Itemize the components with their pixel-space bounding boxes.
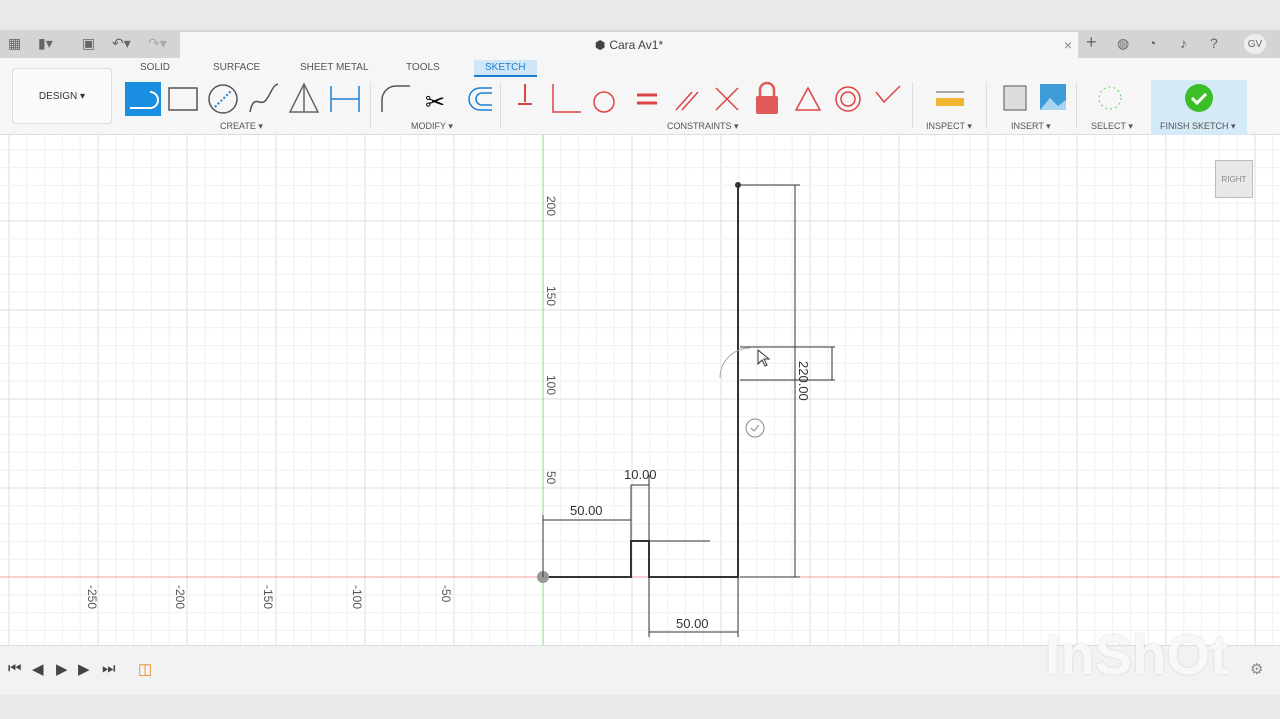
select-menu[interactable]: SELECT ▾	[1091, 121, 1133, 132]
document-title: Cara Av1*	[609, 38, 664, 52]
dimension-label[interactable]: 50.00	[570, 503, 603, 518]
avatar[interactable]: GV	[1244, 34, 1266, 54]
modify-menu[interactable]: MODIFY ▾	[411, 121, 453, 132]
fillet-icon[interactable]	[381, 85, 410, 112]
midpoint-icon[interactable]	[794, 86, 822, 111]
bell-icon[interactable]: ♪	[1180, 35, 1187, 51]
tangent-icon[interactable]	[593, 91, 615, 113]
play-icon[interactable]: ▶	[56, 660, 68, 678]
x-tick: -200	[173, 585, 187, 609]
select-icon[interactable]	[1098, 86, 1122, 110]
undo-icon[interactable]: ↶▾	[112, 35, 131, 52]
equal-icon[interactable]	[637, 93, 657, 105]
divider	[1076, 82, 1077, 128]
divider	[370, 82, 371, 128]
dimensions	[542, 184, 835, 637]
dimension-label[interactable]: 50.00	[676, 616, 709, 631]
circle-icon[interactable]	[208, 84, 238, 114]
first-frame-icon[interactable]: ⏮	[8, 660, 22, 677]
job-status-icon[interactable]: ◔	[1148, 35, 1156, 51]
inspect-menu[interactable]: INSPECT ▾	[926, 121, 972, 132]
sketch-feature-icon[interactable]: ◫	[138, 660, 152, 678]
gear-icon[interactable]: ⚙	[1250, 660, 1263, 678]
constraints-menu[interactable]: CONSTRAINTS ▾	[667, 121, 739, 132]
fix-icon[interactable]	[518, 84, 532, 105]
previous-icon[interactable]: ◀	[32, 660, 44, 678]
app-grid-icon[interactable]: ▦	[8, 35, 21, 52]
offset-icon[interactable]	[468, 87, 492, 111]
new-tab-icon[interactable]: +	[1086, 32, 1097, 53]
insert-derive-icon[interactable]	[1003, 85, 1027, 111]
trim-icon[interactable]: ✂	[425, 89, 445, 116]
watermark: InShOt	[1045, 623, 1229, 686]
x-tick: -150	[261, 585, 275, 609]
help-icon[interactable]: ?	[1210, 35, 1218, 51]
concentric-icon[interactable]	[835, 86, 861, 112]
save-icon[interactable]: ▣	[82, 35, 95, 52]
last-frame-icon[interactable]: ⏭	[102, 660, 116, 677]
x-tick: -50	[439, 585, 453, 603]
document-tab[interactable]: ⬢ Cara Av1* ×	[180, 32, 1078, 58]
ribbon: DESIGN ▾ SOLID SURFACE SHEET METAL TOOLS…	[0, 58, 1280, 135]
file-icon[interactable]: ▮▾	[38, 35, 53, 52]
dimension-label[interactable]: 220.00	[796, 361, 811, 401]
symmetry-icon[interactable]	[875, 85, 901, 104]
finish-sketch-icon[interactable]	[1185, 84, 1213, 112]
lock-icon[interactable]	[756, 96, 778, 114]
extensions-icon[interactable]: ◍	[1117, 35, 1129, 52]
x-tick: -250	[85, 585, 99, 609]
spline-icon[interactable]	[249, 83, 279, 113]
coincident-icon[interactable]	[715, 87, 739, 111]
y-tick-labels: 200 150 100 50	[544, 196, 558, 485]
x-tick: -100	[350, 585, 364, 609]
y-tick: 150	[544, 286, 558, 306]
y-tick: 100	[544, 375, 558, 395]
close-icon[interactable]: ×	[1064, 37, 1072, 53]
perpendicular-icon[interactable]	[552, 84, 581, 113]
redo-icon[interactable]: ↷▾	[148, 35, 167, 52]
sketch-canvas[interactable]: 200 150 100 50 -250 -200 -150 -100 -50 5…	[0, 135, 1280, 645]
create-menu[interactable]: CREATE ▾	[220, 121, 263, 132]
cube-icon: ⬢	[594, 38, 606, 52]
y-tick: 200	[544, 196, 558, 216]
measure-icon[interactable]	[936, 98, 964, 106]
dimension-label[interactable]: 10.00	[624, 467, 657, 482]
dimension-icon[interactable]	[330, 86, 360, 112]
y-tick: 50	[544, 471, 558, 485]
next-icon[interactable]: ▶	[78, 660, 90, 678]
divider	[500, 82, 501, 128]
divider	[986, 82, 987, 128]
view-cube[interactable]: RIGHT	[1215, 160, 1253, 198]
finish-sketch-button[interactable]: FINISH SKETCH ▾	[1160, 121, 1236, 132]
line-tool-icon[interactable]	[125, 82, 161, 116]
insert-menu[interactable]: INSERT ▾	[1011, 121, 1051, 132]
parallel-icon[interactable]	[675, 91, 699, 111]
divider	[912, 82, 913, 128]
rectangle-icon[interactable]	[168, 87, 198, 111]
x-tick-labels: -250 -200 -150 -100 -50	[85, 585, 453, 609]
polygon-icon[interactable]	[288, 82, 320, 113]
